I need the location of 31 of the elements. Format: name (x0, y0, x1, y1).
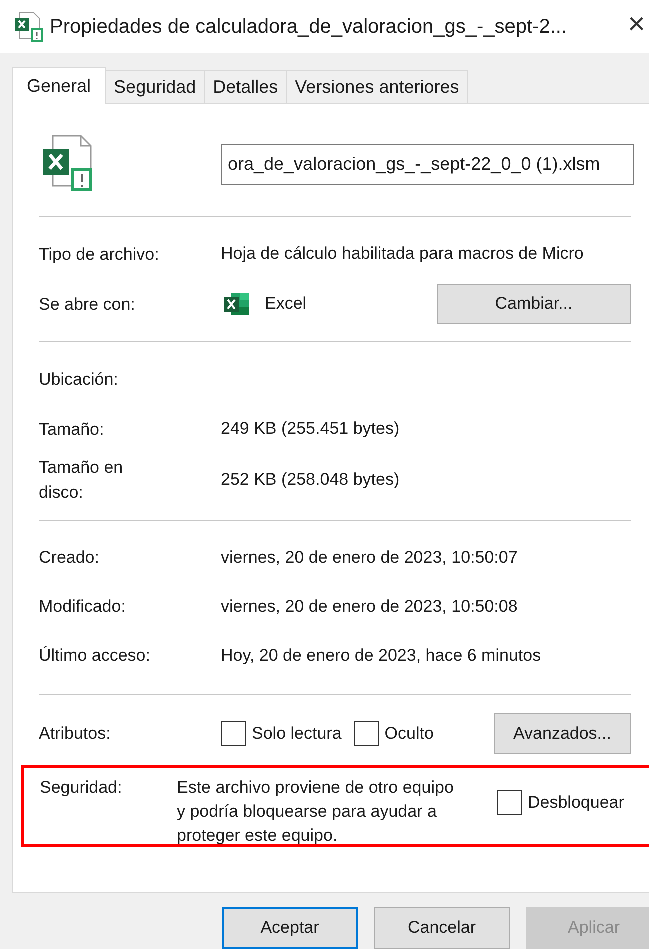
field-value: viernes, 20 de enero de 2023, 10:50:07 (221, 546, 518, 569)
field-label: Tamaño: (39, 418, 106, 440)
change-button[interactable]: Cambiar... (437, 284, 631, 324)
file-name-field[interactable]: ora_de_valoracion_gs_-_sept-22_0_0 (1).xlsm (221, 144, 634, 184)
field-label: Ubicación: (39, 368, 120, 390)
security-warning: Este archivo proviene de otro equipo y podría bloquearse para ayudar a proteger este equipo. (177, 777, 455, 844)
field-label: Tamaño en disco: (39, 457, 124, 504)
window-title: Propiedades de calculadora_de_valoracion_gs_-_sept-2... (50, 14, 568, 40)
field-value: viernes, 20 de enero de 2023, 10:50:08 (221, 596, 518, 618)
close-button[interactable]: × (628, 10, 646, 40)
field-label: Último acceso: (39, 645, 152, 667)
field-value: Hoy, 20 de enero de 2023, hace 6 minutos (221, 644, 542, 667)
spreadsheet-file-icon (12, 10, 46, 42)
field-label: Se abre con: (39, 294, 136, 316)
field-label: Seguridad: (40, 777, 124, 799)
dialog-button[interactable]: Cancelar (374, 907, 510, 949)
checkbox[interactable]: Solo lectura (221, 720, 342, 746)
tab[interactable]: Versiones anteriores (286, 70, 468, 103)
tab[interactable]: General (12, 67, 106, 104)
field-label: Atributos: (39, 723, 112, 745)
field-label: Modificado: (39, 596, 127, 618)
checkbox[interactable]: Oculto (354, 720, 434, 746)
field-value: 249 KB (255.451 bytes) (221, 418, 400, 440)
field-value: Hoja de cálculo habilitada para macros de Micro (221, 244, 584, 264)
dialog-button[interactable]: Aceptar (222, 907, 358, 949)
advanced-button[interactable]: Avanzados... (494, 713, 631, 754)
checkbox[interactable]: Desbloquear (497, 790, 624, 816)
field-value: 252 KB (258.048 bytes) (221, 469, 400, 492)
field-label: Creado: (39, 547, 100, 569)
app-name: Excel (265, 293, 307, 316)
field-label: Tipo de archivo: (39, 244, 160, 266)
